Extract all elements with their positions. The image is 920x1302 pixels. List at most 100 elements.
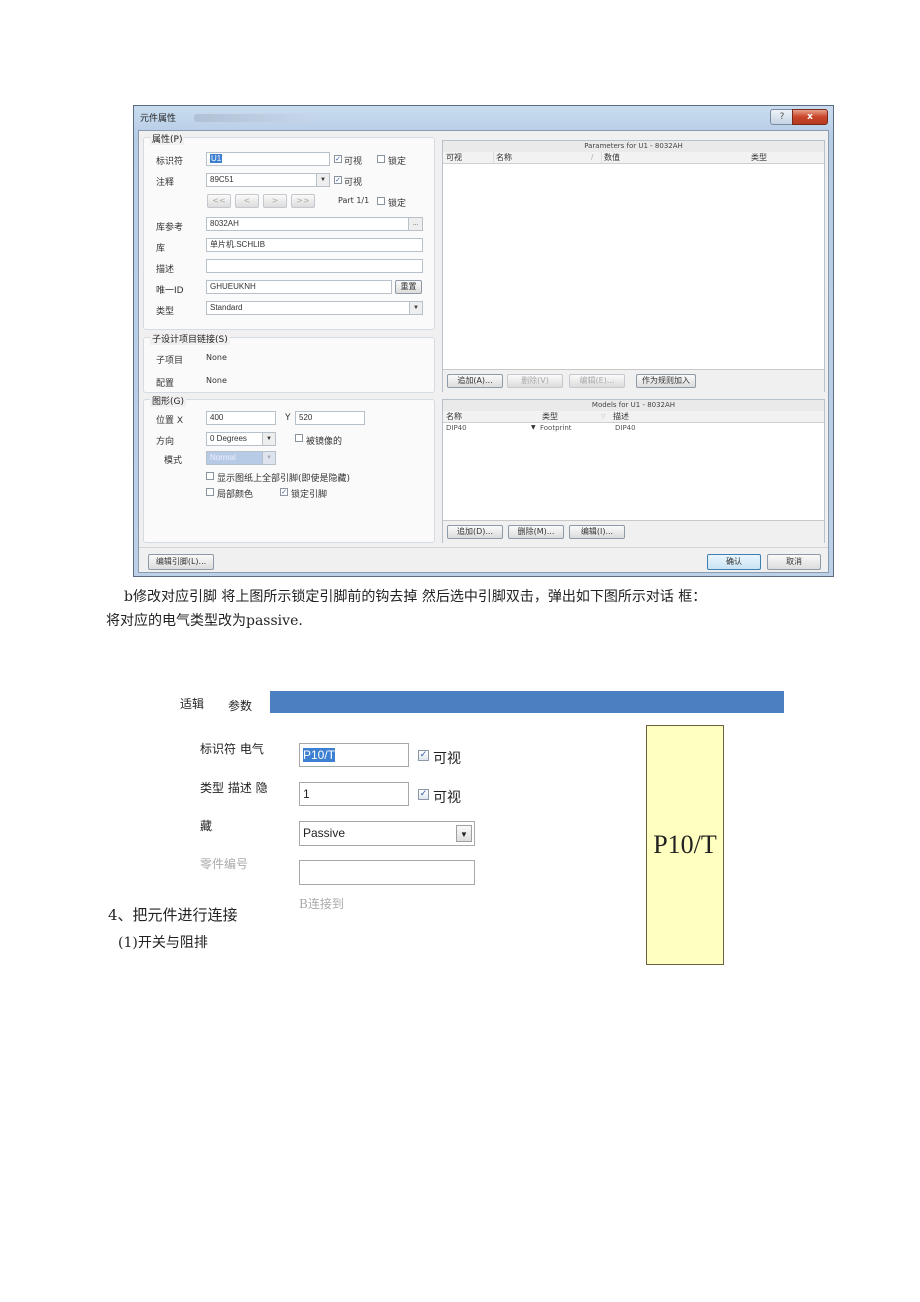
subproject-label: 子项目 (156, 356, 184, 366)
add-as-rule-button[interactable]: 作为规则加入 (636, 374, 696, 388)
models-grid: Models for U1 - 8032AH 名称 类型 ▽ 描述 DIP40 … (442, 399, 825, 543)
mirrored-label: 被镜像的 (306, 437, 343, 447)
title-bar-blur (194, 114, 314, 122)
prev-part-button[interactable]: < (235, 194, 259, 208)
properties-group-label: 属性(P) (150, 132, 185, 145)
designator-input[interactable]: U1 (206, 152, 330, 166)
designator-electrical-label: 标识符 电气 (200, 742, 264, 756)
sort-icon: / (591, 153, 594, 161)
part-locked-label: 锁定 (388, 199, 407, 209)
dialog-body: 属性(P) 标识符 U1 ✓ 可视 锁定 注释 89C51 ▼ ✓ 可视 << <… (138, 130, 829, 573)
pos-x-label: 位置 X (156, 416, 184, 426)
mode-value: Normal (210, 453, 236, 462)
uid-label: 唯一ID (156, 286, 184, 296)
designator-locked-checkbox[interactable] (377, 155, 385, 163)
remove-model-button[interactable]: 删除(M)... (508, 525, 564, 539)
graphical-group: 图形(G) 位置 X 400 Y 520 方向 0 Degrees ▼ 被镜像的 … (143, 394, 435, 543)
hidden-label-tail: 藏 (200, 819, 213, 833)
model-row[interactable]: DIP40 ▼ Footprint DIP40 (443, 423, 824, 433)
footer-divider (139, 547, 828, 548)
config-value: None (206, 376, 227, 385)
comment-select[interactable]: 89C51 ▼ (206, 173, 330, 187)
close-button[interactable]: x (792, 109, 828, 125)
designator-label: 标识符 (156, 157, 184, 167)
libref-input[interactable]: 8032AH... (206, 217, 423, 231)
chevron-down-icon: ▼ (409, 302, 422, 314)
comment-visible-label: 可视 (344, 178, 363, 188)
edit-model-button[interactable]: 编辑(I)... (569, 525, 625, 539)
reset-uid-button[interactable]: 重置 (395, 280, 422, 294)
mirrored-checkbox[interactable] (295, 434, 303, 442)
type-value: Standard (210, 303, 243, 312)
col-value[interactable]: 数值 (601, 152, 620, 163)
chevron-down-icon[interactable]: ▼ (531, 423, 536, 433)
properties-group: 属性(P) 标识符 U1 ✓ 可视 锁定 注释 89C51 ▼ ✓ 可视 << <… (143, 132, 435, 330)
models-toolbar: 追加(D)... 删除(M)... 编辑(I)... (443, 520, 824, 543)
col-model-type[interactable]: 类型 (542, 411, 558, 422)
paragraph-line-1: b修改对应引脚 将上图所示锁定引脚前的钩去掉 然后选中引脚双击，弹出如下图所示对… (124, 589, 707, 605)
libref-label: 库参考 (156, 223, 184, 233)
show-all-pins-checkbox[interactable] (206, 472, 214, 480)
remove-parameter-button[interactable]: 删除(V) (507, 374, 563, 388)
next-part-button[interactable]: > (263, 194, 287, 208)
pos-x-input[interactable]: 400 (206, 411, 276, 425)
ok-button[interactable]: 确认 (707, 554, 761, 570)
electrical-type-value: Passive (303, 826, 346, 840)
connect-to-label: B连接到 (299, 897, 344, 911)
uid-value: GHUEUKNH (210, 282, 256, 291)
pin-dialog-header-bar (270, 691, 784, 713)
comment-value: 89C51 (210, 175, 234, 184)
description-input[interactable] (206, 259, 423, 273)
part-number-label: 零件编号 (200, 857, 249, 871)
lock-pins-label: 锁定引脚 (291, 490, 328, 500)
edit-parameter-button[interactable]: 编辑(E)... (569, 374, 625, 388)
section-heading: 4、把元件进行连接 (108, 906, 238, 924)
col-type[interactable]: 类型 (751, 152, 767, 163)
parameters-header: 可视 名称 / 数值 类型 (443, 152, 824, 164)
designator-visible-checkbox[interactable]: ✓ (334, 155, 342, 163)
config-label: 配置 (156, 379, 175, 389)
browse-button[interactable]: ... (408, 218, 422, 230)
libref-value: 8032AH (210, 219, 239, 228)
models-header: 名称 类型 ▽ 描述 (443, 411, 824, 423)
subdesign-group: 子设计项目链接(S) 子项目 None 配置 None (143, 332, 435, 393)
col-model-name[interactable]: 名称 (446, 411, 462, 422)
part-number-input[interactable] (299, 860, 475, 885)
uid-input[interactable]: GHUEUKNH (206, 280, 392, 294)
comment-visible-checkbox[interactable]: ✓ (334, 176, 342, 184)
add-parameter-button[interactable]: 追加(A)... (447, 374, 503, 388)
model-type: Footprint (540, 424, 572, 432)
type-select[interactable]: Standard ▼ (206, 301, 423, 315)
pin-description-visible-checkbox[interactable]: ✓ (418, 789, 429, 800)
orientation-select[interactable]: 0 Degrees ▼ (206, 432, 276, 446)
model-description: DIP40 (615, 424, 636, 432)
edit-pins-button[interactable]: 编辑引脚(L)... (148, 554, 214, 570)
col-name[interactable]: 名称 (493, 152, 512, 163)
cancel-button[interactable]: 取消 (767, 554, 821, 570)
pin-designator-input[interactable]: P10/T (299, 743, 409, 767)
part-locked-checkbox[interactable] (377, 197, 385, 205)
mode-select[interactable]: Normal ▼ (206, 451, 276, 465)
pos-y-input[interactable]: 520 (295, 411, 365, 425)
first-part-button[interactable]: << (207, 194, 231, 208)
subproject-value: None (206, 353, 227, 362)
orientation-label: 方向 (156, 437, 175, 447)
last-part-button[interactable]: >> (291, 194, 315, 208)
subdesign-group-label: 子设计项目链接(S) (150, 332, 230, 345)
parameters-grid: Parameters for U1 - 8032AH 可视 名称 / 数值 类型… (442, 140, 825, 392)
col-model-description[interactable]: 描述 (613, 411, 629, 422)
library-input[interactable]: 单片机.SCHLIB (206, 238, 423, 252)
electrical-type-select[interactable]: Passive ▼ (299, 821, 475, 846)
local-colors-checkbox[interactable] (206, 488, 214, 496)
tab-parameters[interactable]: 参数 (228, 697, 252, 714)
designator-locked-label: 锁定 (388, 157, 407, 167)
parameters-toolbar: 追加(A)... 删除(V) 编辑(E)... 作为规则加入 (443, 369, 824, 392)
lock-pins-checkbox[interactable]: ✓ (280, 488, 288, 496)
tab-logic[interactable]: 适辑 (180, 695, 204, 712)
model-name: DIP40 (446, 424, 467, 432)
pin-designator-visible-checkbox[interactable]: ✓ (418, 750, 429, 761)
pin-description-input[interactable]: 1 (299, 782, 409, 806)
add-model-button[interactable]: 追加(D)... (447, 525, 503, 539)
col-visible[interactable]: 可视 (446, 152, 462, 163)
help-button[interactable]: ? (770, 109, 794, 125)
